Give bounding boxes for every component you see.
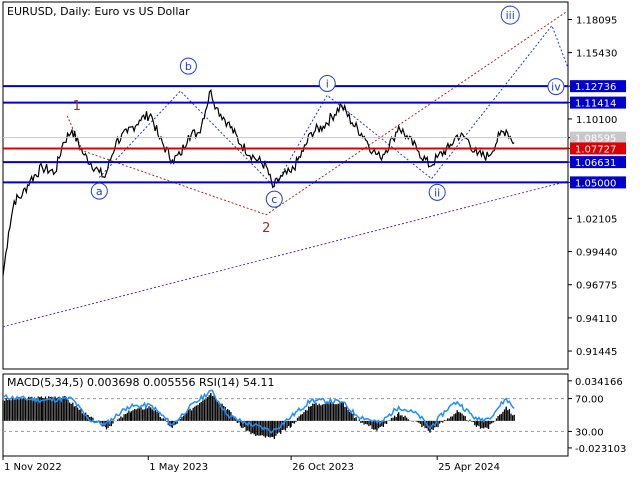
time-tick-label: 1 Nov 2022 — [4, 462, 62, 473]
price-tick-label: 1.12736 — [575, 82, 616, 93]
time-tick-label: 26 Oct 2023 — [292, 462, 354, 473]
time-axis: 1 Nov 2022 1 May 2023 26 Oct 2023 25 Apr 20… — [2, 456, 500, 473]
price-tick-label: 1.07727 — [575, 144, 616, 155]
indicator-tick-label: 30.00 — [575, 427, 604, 438]
indicator-tick-label: 0.034166 — [575, 377, 623, 388]
time-tick-label: 1 May 2023 — [149, 462, 208, 473]
price-tick-label: 1.11414 — [575, 99, 616, 110]
wave-label-b: b — [185, 60, 192, 73]
main-price-panel — [2, 1, 569, 370]
eurusd-chart: 12abciiiiiiiv 1.180951.154301.127361.114… — [2, 1, 626, 473]
indicator-axis: 0.034166 70.00 30.00 -0.023103 — [568, 377, 626, 455]
indicator-tick-label: 70.00 — [575, 395, 604, 406]
wave-label-c: c — [271, 193, 277, 206]
wave-label-iv: iv — [551, 81, 561, 94]
wave-label-ii: ii — [434, 186, 440, 199]
price-tick-label: 0.99440 — [576, 248, 617, 259]
indicator-tick-label: -0.023103 — [575, 444, 626, 455]
price-tick-label: 1.02105 — [576, 214, 617, 225]
chart-title: EURUSD, Daily: Euro vs US Dollar — [7, 5, 190, 18]
price-axis: 1.180951.154301.127361.114141.101001.085… — [568, 15, 626, 358]
wave-label-i: i — [326, 77, 329, 90]
time-tick-label: 25 Apr 2024 — [438, 462, 500, 473]
price-tick-label: 1.18095 — [576, 15, 617, 26]
indicator-title: MACD(5,34,5) 0.003698 0.005556 RSI(14) 5… — [7, 376, 274, 389]
price-tick-label: 0.91445 — [576, 347, 617, 358]
price-tick-label: 1.06631 — [575, 158, 616, 169]
price-tick-label: 1.10100 — [576, 115, 617, 126]
price-tick-label: 1.15430 — [576, 49, 617, 60]
price-tick-label: 1.05000 — [575, 178, 616, 189]
wave-label-1: 1 — [73, 99, 81, 114]
wave-label-iii: iii — [506, 9, 515, 22]
price-tick-label: 0.96775 — [576, 281, 617, 292]
wave-label-2: 2 — [262, 221, 270, 236]
wave-label-a: a — [96, 185, 103, 198]
price-tick-label: 0.94110 — [576, 314, 617, 325]
